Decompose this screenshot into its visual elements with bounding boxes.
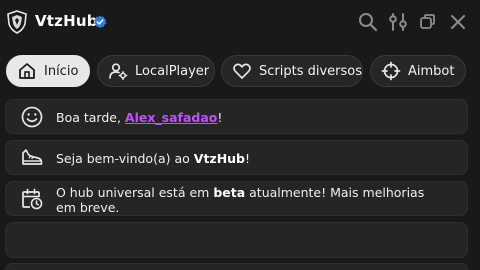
welcome-prefix: Seja bem-vindo(a) ao: [56, 151, 194, 166]
smile-icon: [21, 106, 43, 128]
tab-label: Início: [44, 63, 79, 79]
tab-label: LocalPlayer: [135, 63, 210, 79]
beta-notice-card: O hub universal está em beta atualmente!…: [5, 181, 468, 216]
welcome-suffix: !: [245, 151, 251, 166]
greeting-suffix: !: [217, 110, 223, 125]
heart-icon: [233, 63, 251, 79]
beta-line-1: O hub universal está em beta atualmente!…: [56, 185, 424, 200]
tab-aimbot[interactable]: Aimbot: [370, 55, 466, 87]
tab-bar: Início LocalPlayer Scripts diversos Aimb…: [0, 55, 480, 89]
beta-prefix: O hub universal está em: [56, 185, 214, 200]
shield-crest-icon: [7, 10, 27, 34]
beta-suffix: atualmente! Mais melhorias: [245, 185, 425, 200]
greeting-prefix: Boa tarde,: [56, 110, 125, 125]
close-icon[interactable]: [447, 11, 469, 33]
user-settings-icon: [109, 63, 128, 80]
welcome-hub-name: VtzHub: [193, 151, 245, 166]
beta-highlight: beta: [213, 185, 246, 200]
crosshair-icon: [381, 61, 401, 81]
copy-windows-icon[interactable]: [417, 11, 439, 33]
tab-localplayer[interactable]: LocalPlayer: [97, 55, 215, 87]
greeting-text: Boa tarde, Alex_safadao!: [56, 110, 222, 125]
welcome-text: Seja bem-vindo(a) ao VtzHub!: [56, 151, 250, 166]
empty-card: [5, 222, 468, 258]
sliders-icon[interactable]: [387, 11, 409, 33]
tab-inicio[interactable]: Início: [6, 55, 90, 87]
calendar-clock-icon: [22, 188, 43, 210]
tab-label: Scripts diversos: [259, 63, 363, 79]
beta-line-2: em breve.: [56, 200, 120, 215]
partial-card: [5, 263, 468, 270]
username-link[interactable]: Alex_safadao: [125, 110, 217, 125]
tab-label: Aimbot: [408, 63, 455, 79]
sneaker-icon: [22, 149, 43, 165]
title-bar: VtzHub: [0, 0, 480, 44]
hub-window: VtzHub Início LocalPlayer Scripts divers…: [0, 0, 480, 270]
tab-scripts-diversos[interactable]: Scripts diversos: [221, 55, 363, 87]
search-icon[interactable]: [357, 11, 379, 33]
app-title: VtzHub: [35, 12, 98, 30]
greeting-card: Boa tarde, Alex_safadao!: [5, 99, 468, 134]
verified-badge-icon: [94, 15, 107, 29]
welcome-card: Seja bem-vindo(a) ao VtzHub!: [5, 140, 468, 175]
home-icon: [19, 63, 35, 79]
beta-notice-text: O hub universal está em beta atualmente!…: [56, 185, 424, 215]
